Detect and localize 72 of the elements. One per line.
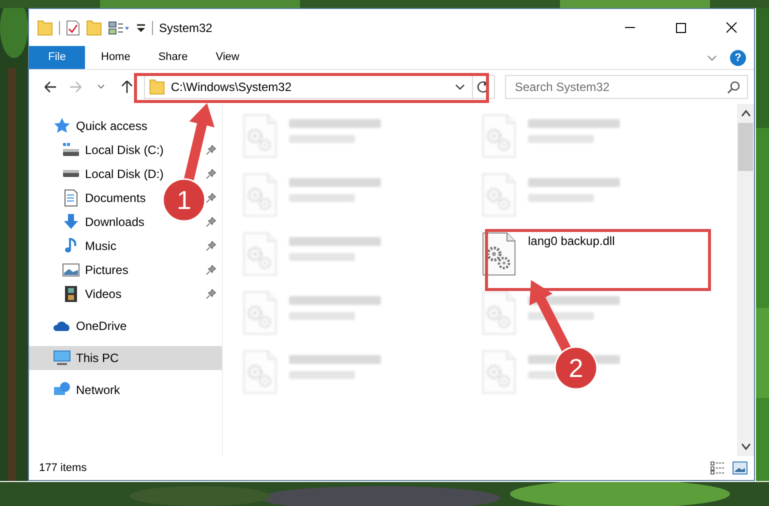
blurred-file-icon [243,173,277,217]
blurred-file-icon [243,350,277,394]
maximize-icon [676,22,686,32]
pin-icon[interactable] [206,145,216,155]
blurred-text-bar [289,135,355,143]
scroll-up-icon[interactable] [740,109,750,117]
properties-icon[interactable] [66,20,80,36]
forward-icon [68,79,84,95]
blurred-text-bar [289,194,355,202]
sidebar-item[interactable]: This PC [53,349,119,367]
blurred-text-bar [289,253,355,261]
close-icon [726,22,737,33]
blurred-text-bar [528,194,594,202]
dll-file-icon[interactable] [482,232,516,276]
help-button[interactable]: ? [730,50,746,66]
address-path: C:\Windows\System32 [170,79,292,96]
film-icon [62,285,80,303]
folder-icon [148,79,165,95]
blurred-file-icon [482,114,516,158]
scroll-down-icon[interactable] [740,443,750,451]
scrollbar[interactable] [737,104,754,456]
download-arrow-icon [62,213,80,231]
details-view-icon[interactable] [710,461,726,475]
sidebar-item[interactable]: Videos [62,285,122,303]
step-number: 1 [176,185,192,215]
sidebar-item[interactable]: Pictures [62,261,128,279]
file-name[interactable]: lang0 backup.dll [528,234,615,249]
window-title: System32 [159,20,214,36]
file-menu-button[interactable]: File [29,46,85,69]
sidebar-item[interactable]: Documents [62,189,146,207]
blurred-text-bar [528,135,594,143]
back-icon [42,79,58,95]
ribbon-tab[interactable]: View [202,46,254,69]
pin-icon[interactable] [206,265,216,275]
picture-icon [62,261,80,279]
sidebar-item[interactable]: Quick access [53,117,148,135]
drive-icon [62,170,80,178]
pin-icon[interactable] [206,193,216,203]
drive-icon [62,143,80,157]
sidebar-item[interactable]: Downloads [62,213,144,231]
document-icon [62,189,80,207]
sidebar-item[interactable]: Local Disk (D:) [62,165,164,183]
blurred-file-icon [482,173,516,217]
step-number: 2 [568,353,584,383]
minimize-icon [624,27,634,28]
search-field[interactable]: Search System32 [504,75,748,99]
sidebar-item[interactable]: Network [53,381,120,399]
view-options-icon[interactable] [108,20,130,36]
pin-icon[interactable] [206,217,216,227]
pin-icon[interactable] [206,241,216,251]
search-icon[interactable] [727,80,741,94]
blurred-text-bar [289,312,355,320]
ribbon-tab[interactable]: Home [87,46,144,69]
blurred-file-icon [243,232,277,276]
blurred-file-icon [482,350,516,394]
blurred-file-icon [243,291,277,335]
sidebar-item[interactable]: Local Disk (C:) [62,141,164,159]
star-icon [53,117,71,135]
pin-icon[interactable] [206,169,216,179]
item-count: 177 items [39,460,88,476]
blurred-file-icon [243,114,277,158]
sidebar-item[interactable]: OneDrive [53,317,127,335]
scrollbar-thumb[interactable] [738,123,753,171]
blurred-text-bar [289,371,355,379]
ribbon-tab[interactable]: Share [144,46,202,69]
sidebar-item[interactable]: Music [62,237,116,255]
blurred-file-icon [482,291,516,335]
large-icons-view-icon[interactable] [732,461,748,475]
monitor-icon [53,349,71,367]
address-bar[interactable]: C:\Windows\System32 [144,75,495,99]
customize-toolbar-icon[interactable] [136,22,146,34]
pin-icon[interactable] [206,289,216,299]
